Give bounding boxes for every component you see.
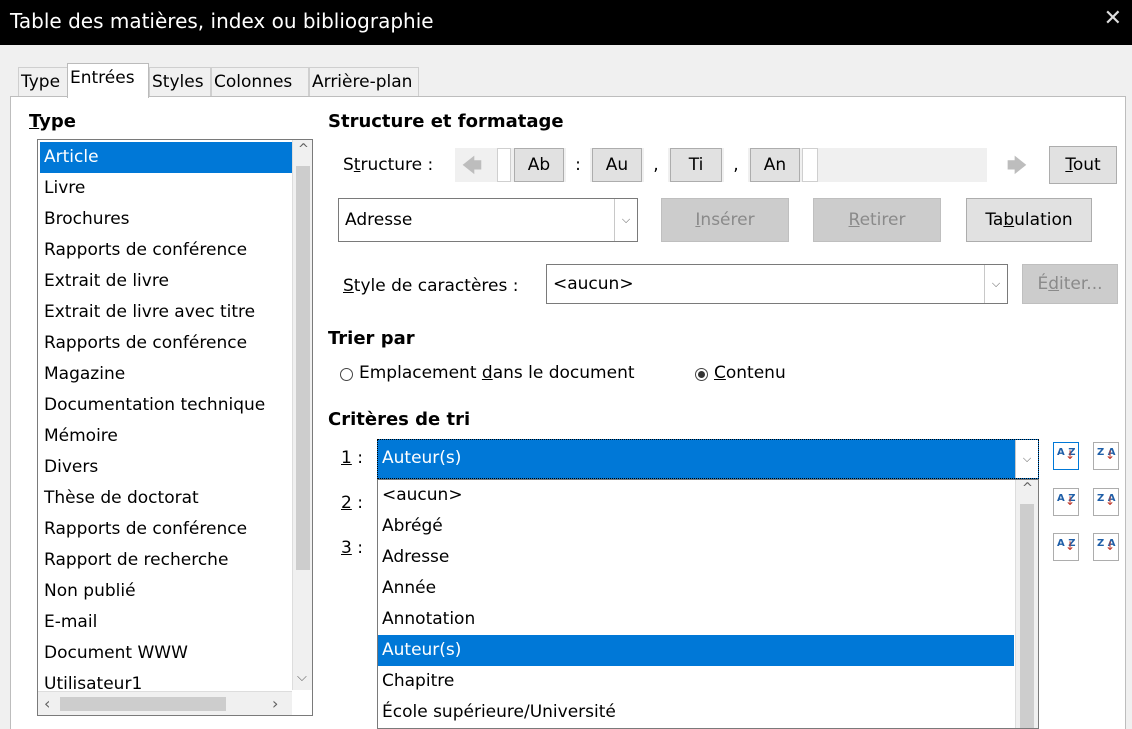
list-item[interactable]: Extrait de livre avec titre (40, 297, 294, 328)
list-item[interactable]: Rapports de conférence (40, 235, 294, 266)
dropdown-scrollbar[interactable]: ^ (1015, 480, 1038, 728)
dropdown-option[interactable]: Auteur(s) (378, 635, 1014, 666)
criteria-dropdown-list[interactable]: <aucun> Abrégé Adresse Année Annotation … (377, 479, 1039, 729)
tab-arriere-plan[interactable]: Arrière-plan (309, 67, 419, 97)
list-item[interactable]: Livre (40, 173, 294, 204)
title-bar: Table des matières, index ou bibliograph… (0, 0, 1132, 45)
arrow-right-icon[interactable]: 🡆 (1002, 151, 1032, 179)
chevron-down-icon[interactable]: ⌵ (614, 199, 637, 241)
criteria-2-label: 2 : (341, 493, 363, 513)
tab-colonnes[interactable]: Colonnes (211, 67, 309, 97)
criteria-3-label: 3 : (341, 538, 363, 558)
inserer-button[interactable]: Insérer (661, 198, 789, 242)
dropdown-option[interactable]: École supérieure/Université (378, 697, 1014, 728)
radio-emplacement-label[interactable]: Emplacement dans le document (359, 363, 635, 383)
criteria-1-combo[interactable]: Auteur(s) ⌵ (377, 439, 1039, 479)
retirer-button[interactable]: Retirer (813, 198, 941, 242)
structure-gap[interactable] (497, 148, 511, 182)
radio-contenu[interactable] (695, 368, 708, 381)
chevron-left-icon[interactable]: ‹ (44, 694, 50, 713)
char-style-combo[interactable]: <aucun> ⌵ (546, 264, 1008, 304)
list-item[interactable]: Document WWW (40, 638, 294, 669)
scroll-thumb[interactable] (60, 697, 226, 711)
tab-entrees[interactable]: Entrées (67, 63, 149, 98)
dropdown-option[interactable]: <aucun> (378, 480, 1014, 511)
dropdown-option[interactable]: Annotation (378, 604, 1014, 635)
sort-heading: Trier par (328, 328, 415, 349)
token-an[interactable]: An (750, 148, 800, 182)
list-item[interactable]: Rapports de conférence (40, 514, 294, 545)
chevron-up-icon[interactable]: ^ (298, 142, 309, 157)
sort-descending-icon[interactable]: Z A ↓ (1093, 488, 1119, 516)
type-list[interactable]: Article Livre Brochures Rapports de conf… (37, 139, 313, 716)
list-item[interactable]: Documentation technique (40, 390, 294, 421)
token-au[interactable]: Au (592, 148, 642, 182)
scroll-thumb[interactable] (1020, 504, 1034, 728)
scroll-thumb[interactable] (296, 166, 310, 570)
radio-contenu-label[interactable]: Contenu (714, 363, 786, 383)
dropdown-option[interactable]: Chapitre (378, 666, 1014, 697)
editer-button[interactable]: Éditer... (1022, 264, 1118, 304)
tab-styles[interactable]: Styles (149, 67, 211, 97)
list-item[interactable]: Non publié (40, 576, 294, 607)
criteria-heading: Critères de tri (328, 409, 471, 430)
arrow-left-icon[interactable]: 🡄 (457, 151, 487, 179)
token-sep[interactable]: : (566, 148, 590, 182)
token-ti[interactable]: Ti (670, 148, 722, 182)
structure-gap[interactable] (802, 148, 818, 182)
sort-ascending-icon[interactable]: A Z ↓ (1053, 442, 1079, 470)
criteria-1-label: 1 : (341, 448, 363, 468)
dropdown-option[interactable]: Année (378, 573, 1014, 604)
chevron-down-icon[interactable]: ⌵ (984, 265, 1007, 303)
close-icon[interactable]: ✕ (1104, 6, 1122, 31)
char-style-label: Style de caractères : (343, 276, 519, 296)
chevron-right-icon[interactable]: › (272, 694, 278, 713)
sort-ascending-icon[interactable]: A Z ↓ (1053, 488, 1079, 516)
list-item[interactable]: Rapports de conférence (40, 328, 294, 359)
tout-button[interactable]: Tout (1049, 146, 1117, 184)
chevron-down-icon[interactable]: ⌵ (1015, 440, 1038, 478)
chevron-down-icon[interactable]: ⌵ (297, 670, 307, 685)
field-combo[interactable]: Adresse ⌵ (338, 198, 638, 242)
token-ab[interactable]: Ab (514, 148, 564, 182)
list-item[interactable]: Mémoire (40, 421, 294, 452)
list-item[interactable]: E-mail (40, 607, 294, 638)
token-sep[interactable]: , (644, 148, 668, 182)
dropdown-option[interactable]: Adresse (378, 542, 1014, 573)
list-item[interactable]: Thèse de doctorat (40, 483, 294, 514)
list-item[interactable]: Magazine (40, 359, 294, 390)
token-sep[interactable]: , (724, 148, 748, 182)
list-item[interactable]: Rapport de recherche (40, 545, 294, 576)
dropdown-option[interactable]: Abrégé (378, 511, 1014, 542)
sort-descending-icon[interactable]: Z A ↓ (1093, 442, 1119, 470)
tabulation-button[interactable]: Tabulation (966, 198, 1092, 242)
radio-emplacement[interactable] (340, 368, 353, 381)
structure-heading: Structure et formatage (328, 111, 564, 132)
type-list-vscrollbar[interactable]: ^ ⌵ (292, 140, 312, 690)
list-item[interactable]: Brochures (40, 204, 294, 235)
sort-descending-icon[interactable]: Z A ↓ (1093, 533, 1119, 561)
list-item[interactable]: Divers (40, 452, 294, 483)
window-title: Table des matières, index ou bibliograph… (10, 9, 434, 33)
type-heading: Type (29, 111, 76, 132)
structure-label: Structure : (343, 155, 434, 175)
sort-ascending-icon[interactable]: A Z ↓ (1053, 533, 1079, 561)
type-list-hscrollbar[interactable]: ‹ › (38, 691, 292, 715)
list-item[interactable]: Article (40, 142, 294, 173)
list-item[interactable]: Extrait de livre (40, 266, 294, 297)
chevron-up-icon[interactable]: ^ (1022, 481, 1033, 496)
tab-type[interactable]: Type (18, 67, 68, 97)
